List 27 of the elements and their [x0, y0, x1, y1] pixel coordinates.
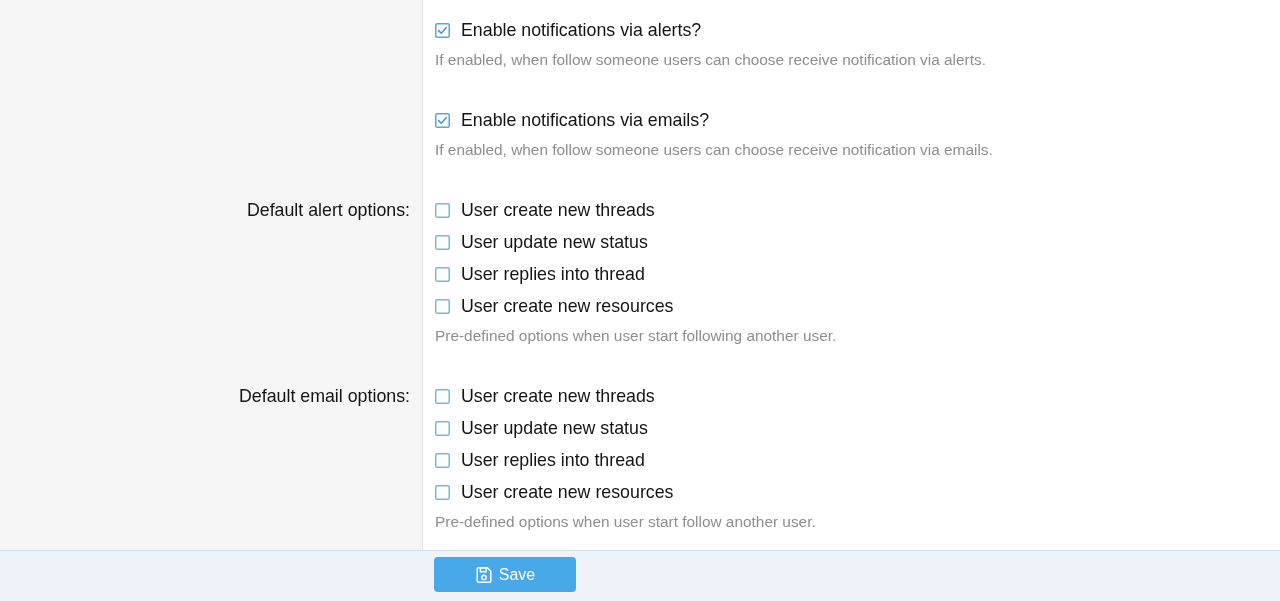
save-icon — [474, 565, 493, 584]
row-label: Default alert options: — [246, 199, 410, 222]
checkbox[interactable] — [435, 484, 450, 500]
checkbox[interactable] — [435, 452, 450, 468]
hint-text: Pre-defined options when user start following another user. — [435, 326, 837, 346]
checkbox-label[interactable]: User create new resources — [461, 481, 674, 503]
checkbox[interactable] — [435, 266, 450, 282]
checkbox[interactable] — [435, 298, 450, 314]
checkbox[interactable] — [435, 234, 450, 250]
checkbox-label[interactable]: User replies into thread — [461, 263, 645, 285]
checkbox-label[interactable]: User replies into thread — [461, 449, 645, 471]
checkbox-label[interactable]: User update new status — [461, 231, 648, 253]
row-label: Default email options: — [239, 385, 410, 408]
checkbox[interactable] — [435, 22, 450, 38]
checkbox-label[interactable]: Enable notifications via emails? — [461, 109, 710, 131]
checkbox-label[interactable]: User create new threads — [461, 199, 655, 221]
checkbox-label[interactable]: User create new resources — [461, 295, 674, 317]
checkbox-label[interactable]: User update new status — [461, 417, 648, 439]
checkbox[interactable] — [435, 388, 450, 404]
checkbox[interactable] — [435, 112, 450, 128]
checkbox[interactable] — [435, 202, 450, 218]
checkbox[interactable] — [435, 420, 450, 436]
hint-text: If enabled, when follow someone users can choose receive notification via emails. — [435, 140, 993, 160]
hint-text: If enabled, when follow someone users can choose receive notification via alerts. — [435, 50, 986, 70]
checkbox-label[interactable]: User create new threads — [461, 385, 655, 407]
hint-text: Pre-defined options when user start follow another user. — [435, 512, 816, 532]
checkbox-label[interactable]: Enable notifications via alerts? — [461, 19, 702, 41]
